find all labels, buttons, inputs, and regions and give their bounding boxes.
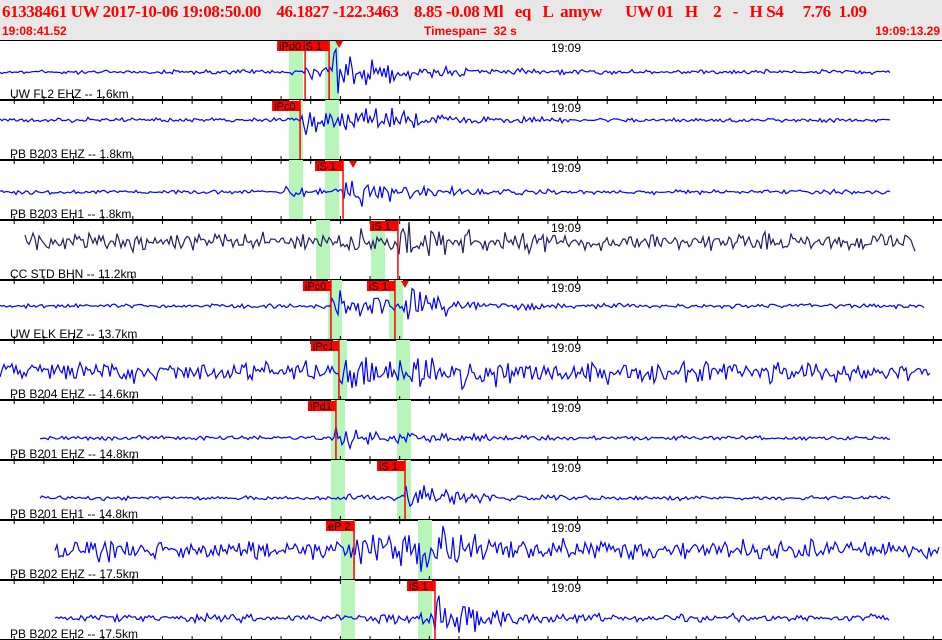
p-window <box>331 460 345 520</box>
p-window <box>316 220 330 280</box>
minute-label: 19:09 <box>551 101 581 115</box>
pick-label: iPc1 <box>313 341 334 353</box>
timespan-value: 32 s <box>493 24 517 38</box>
minute-label: 19:09 <box>551 161 581 175</box>
event-header: 61338461 UW 2017-10-06 19:08:50.00 46.18… <box>0 0 942 40</box>
channel-label: PB B203 EH1 -- 1.8km <box>10 207 131 221</box>
channel-panel[interactable]: 19:09 PB B201 EHZ -- 14.8km iPd1 <box>10 400 891 461</box>
seismogram-trace <box>54 595 890 633</box>
minute-label: 19:09 <box>551 221 581 235</box>
end-time: 19:09:13.29 <box>875 24 940 38</box>
seismogram-trace <box>0 47 891 94</box>
channel-panel[interactable]: 19:09 UW FL2 EHZ -- 1.6km iPd0 iS 1 <box>0 40 891 101</box>
channel-panel[interactable]: 19:09CC STD BHN -- 11.2kmiS 1 <box>10 220 916 281</box>
timespan: Timespan= 32 s <box>424 24 517 38</box>
seismogram-trace <box>0 287 925 320</box>
seismogram-trace <box>39 426 891 451</box>
channel-panel[interactable]: 19:09 PB B204 EHZ -- 14.6km iPc1 <box>0 340 931 401</box>
channel-label: PB B201 EHZ -- 14.8km <box>10 447 139 461</box>
minute-label: 19:09 <box>551 341 581 355</box>
pick-label: iS 1 <box>409 581 428 593</box>
seismogram-trace <box>24 221 916 257</box>
pick-label: iPd0 <box>279 41 301 53</box>
predicted-arrival-marker <box>349 161 358 168</box>
s-window <box>325 100 339 160</box>
phase-pick[interactable]: iPc0 <box>302 280 332 340</box>
timespan-label: Timespan= <box>424 24 487 38</box>
channel-panel[interactable]: 19:09PB B202 EH2 -- 17.5kmiS 1 <box>10 580 890 640</box>
event-summary: 61338461 UW 2017-10-06 19:08:50.00 46.18… <box>2 2 867 21</box>
minute-label: 19:09 <box>551 581 581 595</box>
channel-label: PB B203 EHZ -- 1.8km <box>10 147 132 161</box>
seismogram-trace <box>54 525 940 572</box>
minute-label: 19:09 <box>551 521 581 535</box>
seismogram-trace <box>0 180 891 207</box>
pick-label: iPc0 <box>274 101 295 113</box>
s-window <box>397 400 411 460</box>
channel-label: PB B202 EHZ -- 17.5km <box>10 567 139 581</box>
seismogram-trace <box>0 107 891 135</box>
pick-label: eP 2 <box>328 521 350 533</box>
pick-label: iS 1 <box>317 161 336 173</box>
s-window <box>418 520 432 580</box>
channel-panel[interactable]: 19:09PB B201 EH1 -- 14.8kmiS 1 <box>10 460 891 521</box>
pick-label: iS 1 <box>303 41 322 53</box>
pick-label: iPc0 <box>305 281 326 293</box>
minute-label: 19:09 <box>551 281 581 295</box>
channel-panel[interactable]: 19:09 PB B203 EHZ -- 1.8km iPc0 <box>0 100 891 161</box>
s-window <box>396 340 410 400</box>
pick-label: iS 1 <box>369 281 388 293</box>
seismogram-trace <box>0 357 931 391</box>
pick-label: iS 1 <box>379 461 398 473</box>
minute-label: 19:09 <box>551 41 581 55</box>
pick-label: iS 1 <box>372 221 391 233</box>
p-window <box>341 580 355 640</box>
start-time: 19:08:41.52 <box>2 24 67 38</box>
channel-panel[interactable]: 19:09 PB B203 EH1 -- 1.8km iS 1 <box>0 160 891 221</box>
seismogram-trace <box>39 485 891 508</box>
channel-panel[interactable]: 19:09UW ELK EHZ -- 13.7kmiPc0 iS 1 <box>0 280 925 341</box>
channel-label: UW FL2 EHZ -- 1.6km <box>10 87 129 101</box>
minute-label: 19:09 <box>551 461 581 475</box>
waveform-panels[interactable]: 19:09UW FL2 EHZ -- 1.6kmiPd0 iS 119:09PB … <box>0 40 942 640</box>
pick-label: iPd1 <box>310 401 332 413</box>
channel-label: PB B204 EHZ -- 14.6km <box>10 387 139 401</box>
minute-label: 19:09 <box>551 401 581 415</box>
channel-panel[interactable]: 19:09 PB B202 EHZ -- 17.5km eP 2 <box>10 520 940 581</box>
